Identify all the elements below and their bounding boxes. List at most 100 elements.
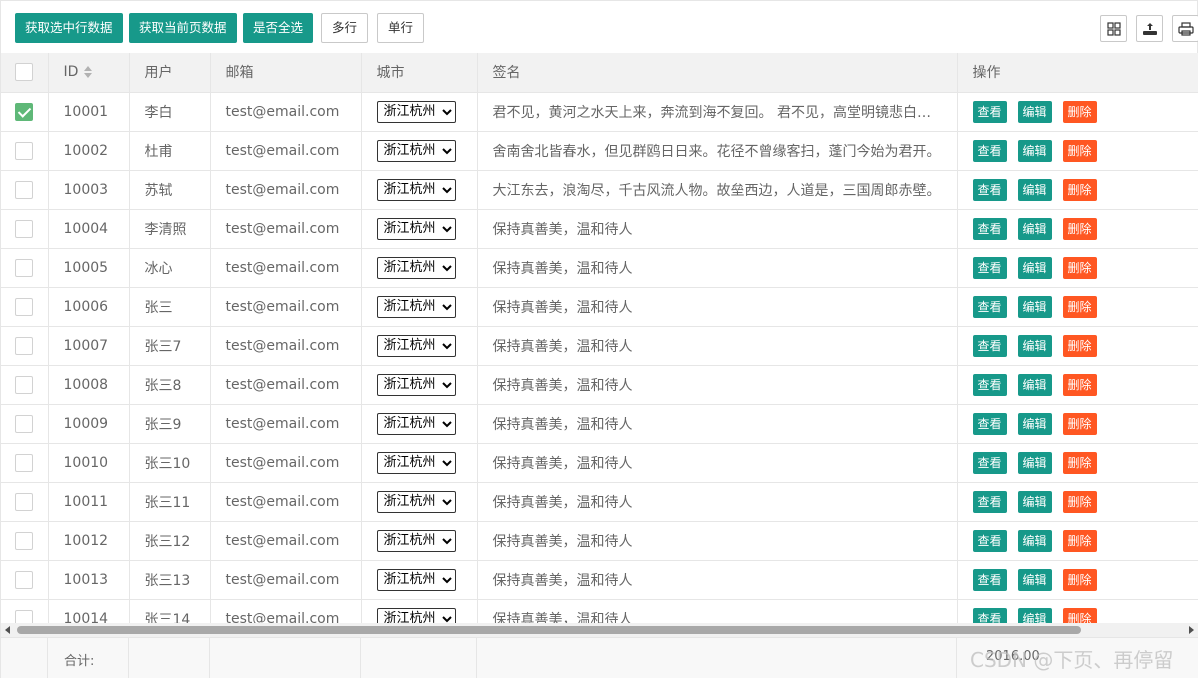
- city-select[interactable]: 浙江杭州: [376, 412, 456, 435]
- row-checkbox[interactable]: [15, 414, 34, 433]
- table-row[interactable]: 10012 张三12 test@email.com 浙江杭州 保持真善美，温和待人 查看编…: [1, 521, 1198, 561]
- edit-button[interactable]: 编辑: [1017, 295, 1052, 318]
- multi-line-button[interactable]: 多行: [321, 13, 369, 43]
- row-checkbox[interactable]: [15, 375, 34, 394]
- view-button[interactable]: 查看: [972, 217, 1007, 240]
- view-button[interactable]: 查看: [972, 451, 1007, 474]
- table-row[interactable]: 10010 张三10 test@email.com 浙江杭州 保持真善美，温和待人 查看编…: [1, 443, 1198, 483]
- city-select[interactable]: 浙江杭州: [376, 568, 456, 591]
- view-button[interactable]: 查看: [972, 529, 1007, 552]
- view-button[interactable]: 查看: [972, 490, 1007, 513]
- columns-icon[interactable]: [1100, 15, 1127, 42]
- table-row[interactable]: 10003 苏轼 test@email.com 浙江杭州 大江东去，浪淘尽，千古风流人物…: [1, 170, 1198, 210]
- city-select[interactable]: 浙江杭州: [376, 334, 456, 357]
- print-icon[interactable]: [1172, 15, 1198, 42]
- row-checkbox[interactable]: [15, 609, 34, 623]
- delete-button[interactable]: 删除: [1062, 217, 1097, 240]
- row-checkbox[interactable]: [15, 336, 34, 355]
- toggle-select-all-button[interactable]: 是否全选: [243, 13, 314, 43]
- table-row[interactable]: 10006 张三 test@email.com 浙江杭州 保持真善美，温和待人 查看 编辑删…: [1, 287, 1198, 327]
- table-row[interactable]: 10008 张三8 test@email.com 浙江杭州 保持真善美，温和待人 查看 编辑…: [1, 365, 1198, 405]
- edit-button[interactable]: 编辑: [1017, 529, 1052, 552]
- city-select[interactable]: 浙江杭州: [376, 139, 456, 162]
- edit-button[interactable]: 编辑: [1017, 451, 1052, 474]
- view-button[interactable]: 查看: [972, 334, 1007, 357]
- edit-button[interactable]: 编辑: [1017, 217, 1052, 240]
- scrollbar-thumb[interactable]: [17, 626, 1081, 634]
- row-checkbox[interactable]: [15, 102, 34, 121]
- view-button[interactable]: 查看: [972, 373, 1007, 396]
- edit-button[interactable]: 编辑: [1017, 178, 1052, 201]
- view-button[interactable]: 查看: [972, 295, 1007, 318]
- row-checkbox[interactable]: [15, 492, 34, 511]
- delete-button[interactable]: 删除: [1062, 490, 1097, 513]
- city-select[interactable]: 浙江杭州: [376, 295, 456, 318]
- view-button[interactable]: 查看: [972, 256, 1007, 279]
- city-select[interactable]: 浙江杭州: [376, 178, 456, 201]
- export-icon[interactable]: [1136, 15, 1163, 42]
- edit-button[interactable]: 编辑: [1017, 373, 1052, 396]
- delete-button[interactable]: 删除: [1062, 295, 1097, 318]
- delete-button[interactable]: 删除: [1062, 373, 1097, 396]
- delete-button[interactable]: 删除: [1062, 607, 1097, 623]
- table-row[interactable]: 10007 张三7 test@email.com 浙江杭州 保持真善美，温和待人 查看 编辑…: [1, 326, 1198, 366]
- column-header-id[interactable]: ID: [48, 53, 130, 93]
- city-select[interactable]: 浙江杭州: [376, 256, 456, 279]
- city-select[interactable]: 浙江杭州: [376, 490, 456, 513]
- table-row[interactable]: 10002 杜甫 test@email.com 浙江杭州 舍南舍北皆春水，但见群鸥日日来…: [1, 131, 1198, 171]
- edit-button[interactable]: 编辑: [1017, 412, 1052, 435]
- row-checkbox[interactable]: [15, 180, 34, 199]
- delete-button[interactable]: 删除: [1062, 256, 1097, 279]
- table-row[interactable]: 10009 张三9 test@email.com 浙江杭州 保持真善美，温和待人 查看 编辑…: [1, 404, 1198, 444]
- table-row[interactable]: 10011 张三11 test@email.com 浙江杭州 保持真善美，温和待人 查看编…: [1, 482, 1198, 522]
- edit-button[interactable]: 编辑: [1017, 139, 1052, 162]
- row-checkbox[interactable]: [15, 258, 34, 277]
- edit-button[interactable]: 编辑: [1017, 490, 1052, 513]
- table-row[interactable]: 10014 张三14 test@email.com 浙江杭州 保持真善美，温和待人 查看编…: [1, 599, 1198, 623]
- view-button[interactable]: 查看: [972, 568, 1007, 591]
- city-select[interactable]: 浙江杭州: [376, 373, 456, 396]
- delete-button[interactable]: 删除: [1062, 334, 1097, 357]
- get-current-page-button[interactable]: 获取当前页数据: [129, 13, 237, 43]
- horizontal-scrollbar[interactable]: [0, 623, 1198, 637]
- view-button[interactable]: 查看: [972, 139, 1007, 162]
- table-row[interactable]: 10001 李白 test@email.com 浙江杭州 君不见，黄河之水天上来，奔流到…: [1, 92, 1198, 132]
- watermark: CSDN @下页、再停留: [970, 648, 1174, 672]
- delete-button[interactable]: 删除: [1062, 568, 1097, 591]
- row-checkbox[interactable]: [15, 141, 34, 160]
- edit-button[interactable]: 编辑: [1017, 334, 1052, 357]
- table-row[interactable]: 10013 张三13 test@email.com 浙江杭州 保持真善美，温和待人 查看编…: [1, 560, 1198, 600]
- edit-button[interactable]: 编辑: [1017, 256, 1052, 279]
- select-all-checkbox[interactable]: [15, 63, 34, 82]
- view-button[interactable]: 查看: [972, 412, 1007, 435]
- edit-button[interactable]: 编辑: [1017, 568, 1052, 591]
- row-checkbox[interactable]: [15, 453, 34, 472]
- scroll-right-icon[interactable]: [1189, 626, 1194, 634]
- view-button[interactable]: 查看: [972, 178, 1007, 201]
- edit-button[interactable]: 编辑: [1017, 100, 1052, 123]
- delete-button[interactable]: 删除: [1062, 412, 1097, 435]
- delete-button[interactable]: 删除: [1062, 451, 1097, 474]
- delete-button[interactable]: 删除: [1062, 100, 1097, 123]
- city-select[interactable]: 浙江杭州: [376, 217, 456, 240]
- city-select[interactable]: 浙江杭州: [376, 451, 456, 474]
- city-select[interactable]: 浙江杭州: [376, 529, 456, 552]
- delete-button[interactable]: 删除: [1062, 139, 1097, 162]
- city-select[interactable]: 浙江杭州: [376, 607, 456, 623]
- get-selected-rows-button[interactable]: 获取选中行数据: [15, 13, 123, 43]
- view-button[interactable]: 查看: [972, 607, 1007, 623]
- row-checkbox[interactable]: [15, 570, 34, 589]
- delete-button[interactable]: 删除: [1062, 178, 1097, 201]
- single-line-button[interactable]: 单行: [377, 13, 425, 43]
- city-select[interactable]: 浙江杭州: [376, 100, 456, 123]
- table-row[interactable]: 10005 冰心 test@email.com 浙江杭州 保持真善美，温和待人 查看 编辑删…: [1, 248, 1198, 288]
- view-button[interactable]: 查看: [972, 100, 1007, 123]
- scroll-left-icon[interactable]: [5, 626, 10, 634]
- edit-button[interactable]: 编辑: [1017, 607, 1052, 623]
- sort-icon[interactable]: [84, 66, 93, 79]
- row-checkbox[interactable]: [15, 531, 34, 550]
- row-checkbox[interactable]: [15, 297, 34, 316]
- delete-button[interactable]: 删除: [1062, 529, 1097, 552]
- row-checkbox[interactable]: [15, 219, 34, 238]
- table-row[interactable]: 10004 李清照 test@email.com 浙江杭州 保持真善美，温和待人 查看 编辑…: [1, 209, 1198, 249]
